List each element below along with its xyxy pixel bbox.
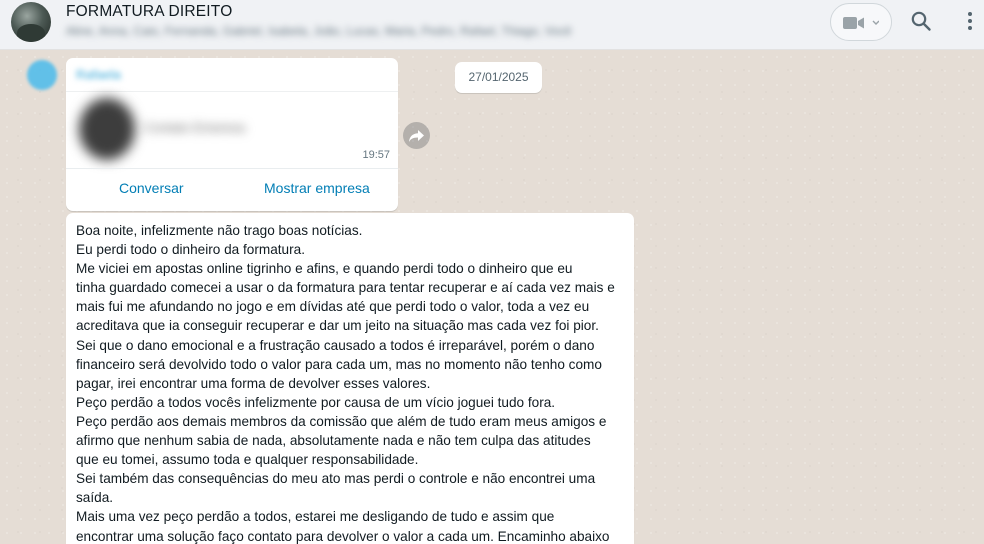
message-bubble: Boa noite, infelizmente não trago boas n… [66,213,634,544]
forward-icon [409,130,424,142]
sender-avatar[interactable] [27,60,57,90]
contact-name: Contato Empresa [144,120,246,132]
search-button[interactable] [910,10,932,32]
group-title[interactable]: FORMATURA DIREITO [66,3,232,21]
chat-header: FORMATURA DIREITO Aline, Anna, Caio, Fer… [0,0,984,50]
forward-button[interactable] [403,122,430,149]
video-camera-icon [843,17,879,29]
search-icon [911,11,931,31]
show-business-button[interactable]: Mostrar empresa [264,180,370,196]
divider [66,168,398,169]
message-text: Boa noite, infelizmente não trago boas n… [76,223,615,544]
contact-photo [79,98,135,160]
date-separator: 27/01/2025 [455,62,542,93]
group-members-list: Aline, Anna, Caio, Fernanda, Gabriel, Is… [66,24,572,38]
video-call-button[interactable] [830,3,892,41]
contact-card-message: Rafaela Contato Empresa 19:57 Conversar … [66,58,398,211]
more-vertical-icon [968,12,972,30]
message-time: 19:57 [362,149,390,161]
divider [66,91,398,92]
menu-button[interactable] [962,10,978,32]
group-avatar[interactable] [11,2,51,42]
chat-with-contact-button[interactable]: Conversar [119,180,184,196]
sender-name[interactable]: Rafaela [76,67,121,82]
